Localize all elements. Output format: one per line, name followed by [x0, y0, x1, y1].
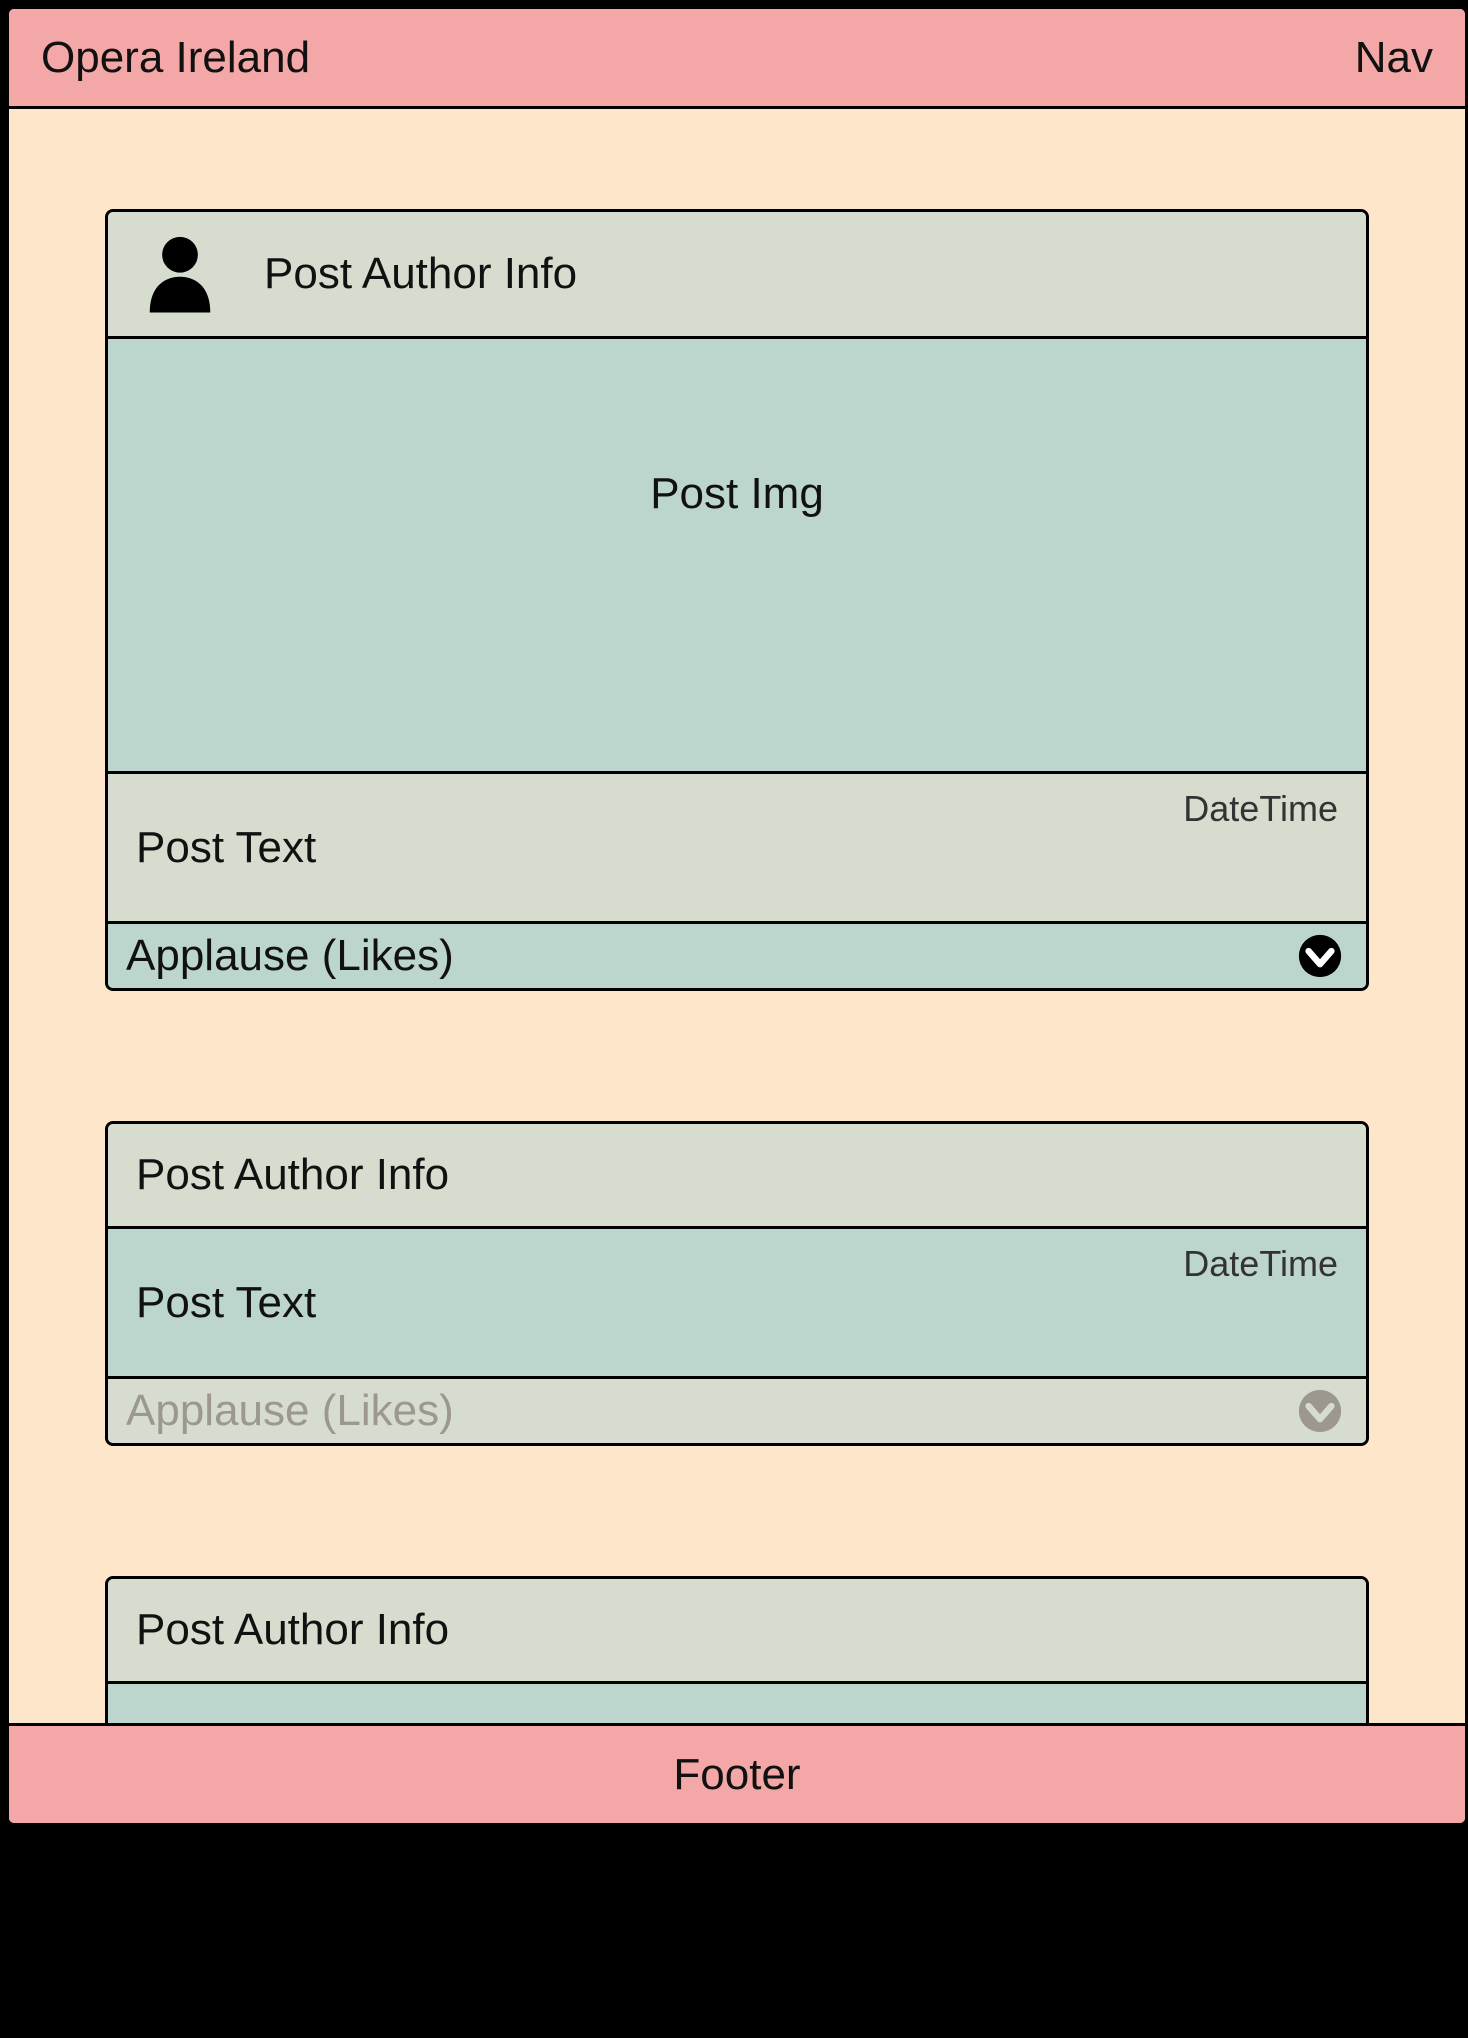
post-author-label: Post Author Info [264, 249, 577, 299]
post-author-row[interactable]: Post Author Info [108, 212, 1366, 336]
applause-label: Applause (Likes) [126, 1386, 454, 1436]
person-icon [136, 230, 224, 318]
post-author-label: Post Author Info [136, 1605, 449, 1655]
post-datetime: DateTime [1183, 1243, 1338, 1285]
app-footer: Footer [9, 1723, 1465, 1823]
applause-row[interactable]: Applause (Likes) [108, 1376, 1366, 1443]
post-author-label: Post Author Info [136, 1150, 449, 1200]
post-text-row: Post Text DateTime [108, 771, 1366, 921]
post-datetime: DateTime [1183, 788, 1338, 830]
footer-label: Footer [673, 1750, 800, 1800]
post-image-label: Post Img [650, 469, 824, 519]
chevron-down-circle-icon[interactable] [1294, 930, 1346, 982]
applause-row[interactable]: Applause (Likes) [108, 921, 1366, 988]
post-text-row: Post Text DateTime [108, 1226, 1366, 1376]
chevron-down-circle-icon[interactable] [1294, 1385, 1346, 1437]
feed-area: Post Author Info Post Img Post Text Date… [9, 109, 1465, 1823]
post-card: Post Author Info Post Img Post Text Date… [105, 209, 1369, 991]
post-text-label: Post Text [136, 823, 316, 873]
app-header: Opera Ireland Nav [9, 9, 1465, 109]
brand-title[interactable]: Opera Ireland [41, 33, 310, 83]
post-card: Post Author Info Post Text DateTime Appl… [105, 1121, 1369, 1446]
nav-button[interactable]: Nav [1355, 33, 1433, 83]
app-frame: Opera Ireland Nav Post Author Info Pos [6, 6, 1468, 1826]
post-author-row[interactable]: Post Author Info [108, 1124, 1366, 1226]
post-author-row[interactable]: Post Author Info [108, 1579, 1366, 1681]
post-image[interactable]: Post Img [108, 336, 1366, 771]
post-text-label: Post Text [136, 1278, 316, 1328]
applause-label: Applause (Likes) [126, 931, 454, 981]
